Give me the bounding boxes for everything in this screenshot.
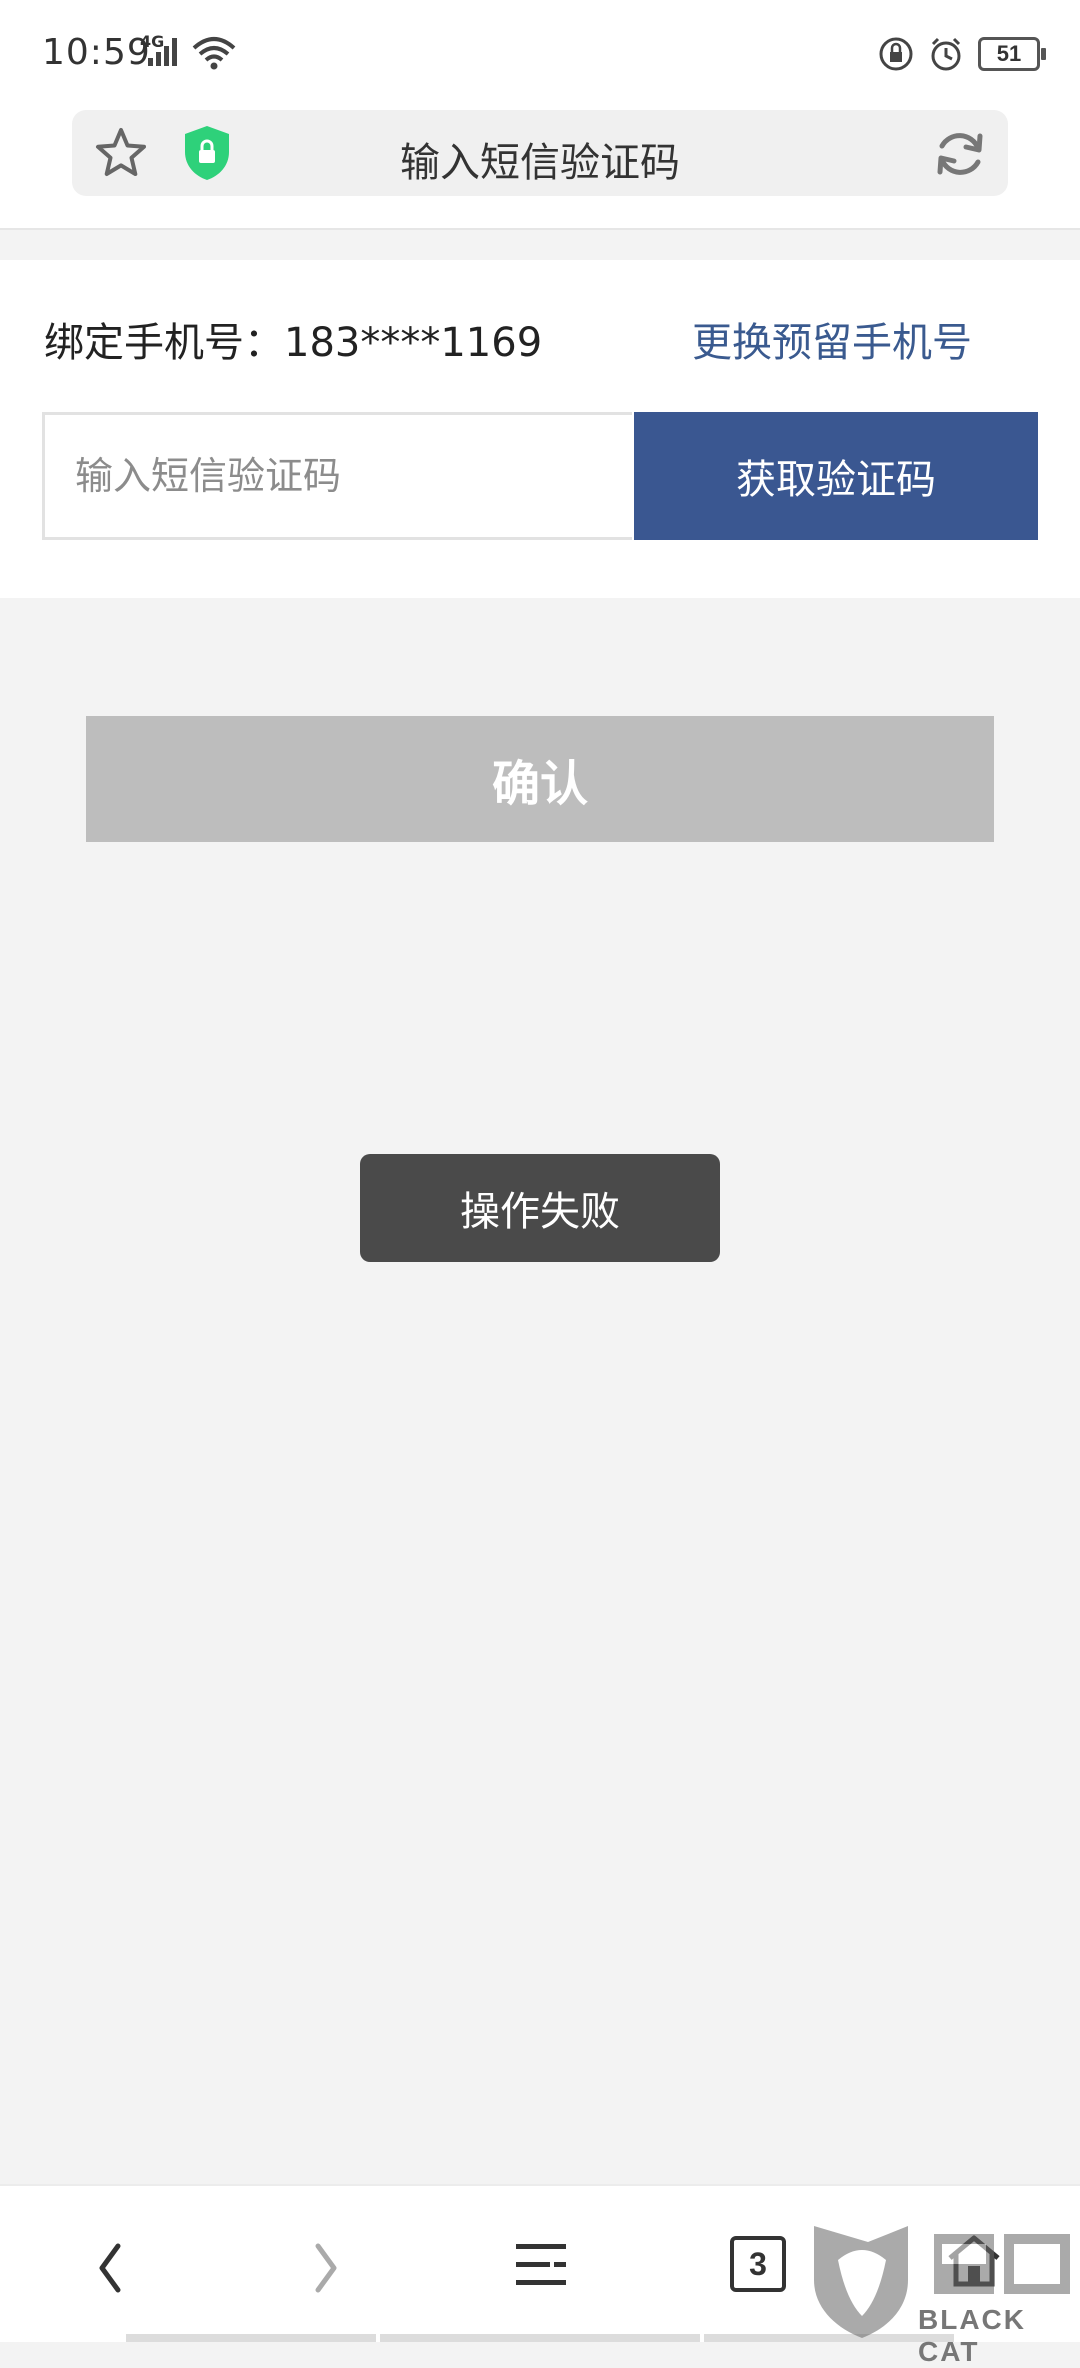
change-phone-link[interactable]: 更换预留手机号: [692, 310, 972, 368]
refresh-icon[interactable]: [932, 126, 988, 182]
error-toast: 操作失败: [360, 1154, 720, 1262]
confirm-button[interactable]: 确认: [86, 716, 994, 842]
sms-form-card: 绑定手机号：183****1169 更换预留手机号 获取验证码: [0, 260, 1080, 598]
header-divider: [0, 228, 1080, 230]
nav-indicator: [126, 2334, 376, 2342]
alarm-icon: [931, 37, 961, 71]
wifi-icon: [192, 37, 236, 70]
status-right-icons: 51: [878, 36, 1046, 72]
back-icon[interactable]: [90, 2238, 130, 2298]
get-code-button[interactable]: 获取验证码: [634, 412, 1038, 540]
browser-toolbar: 输入短信验证码: [0, 108, 1080, 228]
bound-phone-label: 绑定手机号：183****1169: [44, 320, 543, 366]
status-left-icons: 4G: [140, 32, 236, 70]
rotation-lock-icon: [879, 37, 913, 71]
watermark-text: BLACK CAT: [918, 2304, 1026, 2367]
menu-icon[interactable]: [514, 2238, 568, 2292]
page-title[interactable]: 输入短信验证码: [72, 130, 1008, 188]
status-bar: 10:59 4G 51: [0, 0, 1080, 108]
sms-code-input[interactable]: [42, 412, 632, 540]
status-time: 10:59: [42, 32, 151, 73]
battery-indicator: 51: [978, 37, 1046, 71]
tabs-icon[interactable]: 3: [730, 2236, 786, 2292]
nav-indicator: [380, 2334, 700, 2342]
forward-icon[interactable]: [306, 2238, 346, 2298]
address-bar[interactable]: 输入短信验证码: [72, 110, 1008, 196]
network-type-label: 4G: [140, 32, 165, 51]
